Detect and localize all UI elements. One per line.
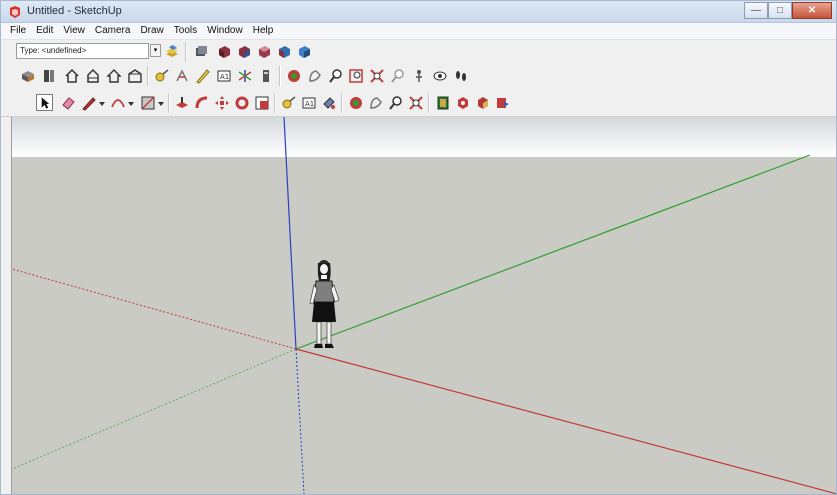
share-icon[interactable] [454,94,471,111]
select-icon[interactable] [36,94,53,111]
close-button[interactable]: ✕ [792,2,832,19]
zoom-icon[interactable] [387,94,404,111]
zoom-extents-icon[interactable] [368,67,385,84]
rotate-icon[interactable] [233,94,250,111]
paint-icon[interactable] [320,94,337,111]
tape-icon[interactable] [153,67,170,84]
toolbar-separator [168,93,170,113]
sketchup-window: Untitled - SketchUp — □ ✕ File Edit View… [0,0,837,495]
house-front-icon[interactable] [126,67,143,84]
dimension-icon[interactable] [194,67,211,84]
pan-icon[interactable] [306,67,323,84]
3d-text-icon[interactable] [257,67,274,84]
window-title: Untitled - SketchUp [27,5,122,17]
arc-icon[interactable] [109,94,126,111]
menu-window[interactable]: Window [202,23,248,39]
type-dropdown-button[interactable]: ▾ [150,44,161,57]
house-outline-icon[interactable] [105,67,122,84]
type-field[interactable]: Type: <undefined> [16,43,149,59]
arc-dropdown-icon[interactable] [126,94,136,111]
toolbar-separator [279,66,281,86]
svg-text:A1: A1 [220,73,229,81]
toolbar-row-1: Type: <undefined> ▾ [1,39,836,63]
move-icon[interactable] [213,94,230,111]
zoom-window-icon[interactable] [347,67,364,84]
look-around-icon[interactable] [431,67,448,84]
toolbar-separator [185,42,187,62]
protractor-icon[interactable] [173,67,190,84]
toolbar-separator [147,66,149,86]
sky [12,117,836,157]
toolbar-separator [274,93,276,113]
menu-file[interactable]: File [5,23,31,39]
previous-icon[interactable] [389,67,406,84]
components-icon[interactable] [19,67,36,84]
tape-measure-icon[interactable] [280,94,297,111]
text-tool-icon[interactable]: A1 [300,94,317,111]
toolbar-row-2: A1 [1,63,836,89]
toolbar-separator [428,93,430,113]
sketchup-logo-icon [10,6,20,18]
menu-camera[interactable]: Camera [90,23,136,39]
scene-canvas[interactable] [12,117,836,494]
axes-icon[interactable] [236,67,253,84]
ground [12,157,836,494]
title-bar: Untitled - SketchUp — □ ✕ [1,1,836,23]
orbit-icon[interactable] [285,67,302,84]
house-icon[interactable] [84,67,101,84]
send-icon[interactable] [494,94,511,111]
home-icon[interactable] [63,67,80,84]
cube-icon[interactable] [235,43,252,60]
window-controls: — □ ✕ [744,2,832,19]
rectangle-icon[interactable] [139,94,156,111]
pencil-icon[interactable] [80,94,97,111]
menu-draw[interactable]: Draw [135,23,168,39]
follow-me-icon[interactable] [193,94,210,111]
zoom-extents-icon[interactable] [407,94,424,111]
rectangle-dropdown-icon[interactable] [156,94,166,111]
scale-icon[interactable] [253,94,270,111]
menu-tools[interactable]: Tools [169,23,202,39]
cube-icon[interactable] [255,43,272,60]
svg-text:A1: A1 [305,100,314,108]
pencil-dropdown-icon[interactable] [97,94,107,111]
menu-bar: File Edit View Camera Draw Tools Window … [1,23,836,39]
zoom-icon[interactable] [327,67,344,84]
menu-edit[interactable]: Edit [31,23,58,39]
menu-help[interactable]: Help [248,23,279,39]
toolbar-separator [341,93,343,113]
toolbar-row-3: A1 [1,89,836,117]
materials-icon[interactable] [40,67,57,84]
text-icon[interactable]: A1 [215,67,232,84]
push-pull-icon[interactable] [173,94,190,111]
pan-icon[interactable] [367,94,384,111]
extensions-icon[interactable] [474,94,491,111]
maximize-button[interactable]: □ [768,2,792,19]
layers-icon[interactable] [163,43,180,60]
walk-icon[interactable] [452,67,469,84]
position-camera-icon[interactable] [410,67,427,84]
cube-icon[interactable] [295,43,312,60]
eraser-icon[interactable] [59,94,76,111]
minimize-button[interactable]: — [744,2,768,19]
drawing-viewport[interactable] [11,117,836,494]
paint-bucket-icon[interactable] [192,43,209,60]
cube-icon[interactable] [215,43,232,60]
warehouse-icon[interactable] [434,94,451,111]
orbit-icon[interactable] [347,94,364,111]
cube-icon[interactable] [275,43,292,60]
menu-view[interactable]: View [58,23,90,39]
